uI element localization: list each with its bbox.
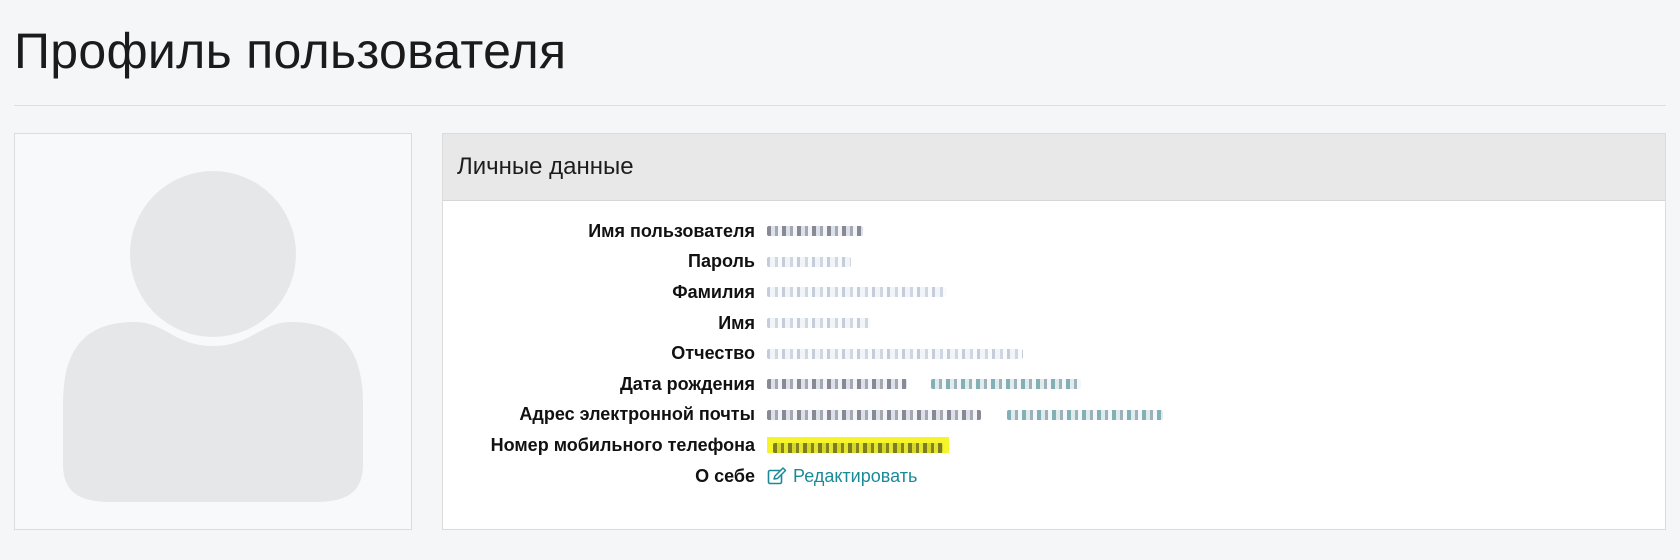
- field-email: Адрес электронной почты: [443, 400, 1665, 431]
- field-label: О себе: [695, 465, 755, 486]
- redacted-value: [767, 405, 1163, 425]
- title-divider: [14, 105, 1666, 106]
- redacted-value: [767, 282, 947, 302]
- avatar-panel: [14, 133, 412, 530]
- redacted-value: [767, 435, 949, 455]
- panel-header: Личные данные: [443, 134, 1665, 201]
- page-title: Профиль пользователя: [14, 23, 567, 79]
- field-first-name: Имя: [443, 308, 1665, 339]
- field-label: Номер мобильного телефона: [490, 434, 755, 455]
- field-username: Имя пользователя: [443, 216, 1665, 247]
- field-label: Пароль: [688, 251, 755, 272]
- field-about: О себе Редактировать: [443, 461, 1665, 492]
- personal-data-fields: Имя пользователя Пароль Фамилия Имя Отче…: [443, 216, 1665, 491]
- field-birth-date: Дата рождения: [443, 369, 1665, 400]
- field-patronymic: Отчество: [443, 338, 1665, 369]
- avatar-placeholder-icon: [63, 171, 363, 502]
- field-label: Имя: [718, 312, 755, 333]
- field-mobile-phone: Номер мобильного телефона: [443, 430, 1665, 461]
- field-last-name: Фамилия: [443, 277, 1665, 308]
- field-label: Отчество: [671, 343, 755, 364]
- edit-link-label: Редактировать: [793, 465, 918, 486]
- field-label: Фамилия: [672, 281, 755, 302]
- redacted-value: [767, 313, 871, 333]
- personal-data-panel: Личные данные Имя пользователя Пароль Фа…: [442, 133, 1666, 530]
- field-label: Адрес электронной почты: [519, 404, 755, 425]
- panel-title: Личные данные: [457, 153, 634, 180]
- redacted-value: [767, 344, 1023, 364]
- field-label: Имя пользователя: [588, 220, 755, 241]
- redacted-value: [767, 252, 851, 272]
- field-password: Пароль: [443, 247, 1665, 278]
- edit-icon: [767, 467, 787, 485]
- redacted-value: [767, 374, 1081, 394]
- edit-about-link[interactable]: Редактировать: [767, 466, 917, 487]
- field-label: Дата рождения: [619, 373, 755, 394]
- redacted-value: [767, 221, 863, 241]
